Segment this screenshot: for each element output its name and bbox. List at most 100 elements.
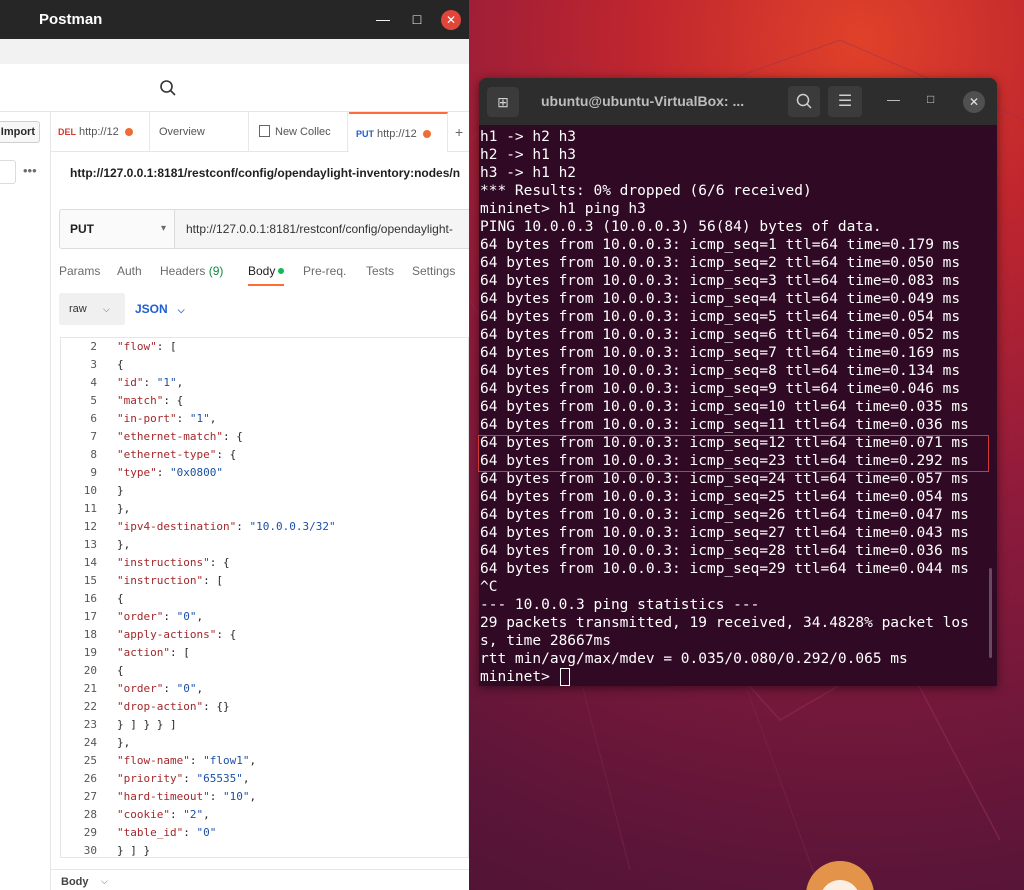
terminal-line: mininet> [480,669,559,685]
code-line: 26 "priority": "65535", [61,770,468,788]
response-body-label[interactable]: Body [61,876,89,888]
tab-headers-label: Headers [160,264,206,278]
terminal-line: ^C [480,579,498,595]
line-number: 4 [90,376,97,389]
code-line: 25 "flow-name": "flow1", [61,752,468,770]
body-indicator-icon [278,268,285,274]
chevron-down-icon: ⌵ [103,304,110,314]
terminal-line: 64 bytes from 10.0.0.3: icmp_seq=4 ttl=6… [480,291,961,307]
code-text: "flow-name": "flow1", [117,754,257,767]
code-text: "order": "0", [117,610,204,623]
line-number: 21 [83,682,97,695]
tab-tests[interactable]: Tests [366,264,394,278]
line-number: 11 [83,502,97,515]
tab-new-collection[interactable]: New Collec [250,112,348,152]
code-text: "cookie": "2", [117,808,210,821]
tab-overview[interactable]: Overview [151,112,249,152]
terminal-line: 64 bytes from 10.0.0.3: icmp_seq=11 ttl=… [480,417,969,433]
chevron-down-icon: ▾ [160,223,166,234]
request-bar: PUT ▾ http://127.0.0.1:8181/restconf/con… [59,209,469,249]
terminal-line: 64 bytes from 10.0.0.3: icmp_seq=6 ttl=6… [480,327,961,343]
code-line: 15 "instruction": [ [61,572,468,590]
search-bar[interactable] [0,64,469,112]
sidebar-filter-input[interactable] [0,160,16,184]
method-select[interactable]: PUT ▾ [59,209,175,249]
line-number: 8 [90,448,97,461]
tab-label: http://12 [79,126,119,138]
code-line: 5 "match": { [61,392,468,410]
terminal-line: 64 bytes from 10.0.0.3: icmp_seq=9 ttl=6… [480,381,961,397]
line-number: 15 [83,574,97,587]
tab-put-request[interactable]: PUT http://12 [349,112,448,152]
code-text: "instructions": { [117,556,230,569]
line-number: 19 [83,646,97,659]
maximize-button[interactable]: □ [927,92,934,106]
headers-count: (9) [208,264,224,278]
code-line: 22 "drop-action": {} [61,698,468,716]
url-input[interactable]: http://127.0.0.1:8181/restconf/config/op… [175,209,469,249]
body-mode-select[interactable]: raw ⌵ [59,293,125,325]
code-line: 12 "ipv4-destination": "10.0.0.3/32" [61,518,468,536]
tab-label: http://12 [377,128,417,140]
tab-body[interactable]: Body [248,264,285,286]
line-number: 30 [83,844,97,857]
new-tab-button[interactable]: + [449,112,469,152]
tab-label: New Collec [275,126,331,138]
close-button[interactable]: ✕ [963,91,985,113]
search-icon[interactable] [159,79,177,97]
code-text: "type": "0x0800" [117,466,223,479]
tab-settings[interactable]: Settings [412,264,455,278]
line-number: 23 [83,718,97,731]
terminal-titlebar: ⊞ ubuntu@ubuntu-VirtualBox: ... ☰ ― □ ✕ [479,78,997,125]
hamburger-menu-icon[interactable]: ☰ [828,86,862,117]
line-number: 25 [83,754,97,767]
tab-body-label: Body [248,264,276,278]
postman-header [0,39,469,64]
tab-prerequest[interactable]: Pre-req. [303,264,346,278]
line-number: 5 [90,394,97,407]
code-text: { [117,592,124,605]
chevron-down-icon[interactable]: ⌵ [101,876,108,887]
terminal-line: 64 bytes from 10.0.0.3: icmp_seq=27 ttl=… [480,525,969,541]
code-text: { [117,664,124,677]
tab-headers[interactable]: Headers (9) [160,264,223,278]
tab-delete-request[interactable]: DEL http://12 [58,112,150,152]
scrollbar[interactable] [989,568,992,658]
terminal-window[interactable]: ⊞ ubuntu@ubuntu-VirtualBox: ... ☰ ― □ ✕ … [479,78,997,686]
line-number: 6 [90,412,97,425]
search-button[interactable] [788,86,820,117]
highlight-box [478,435,989,472]
body-format-select[interactable]: JSON ⌵ [135,293,185,325]
code-text: "flow": [ [117,340,177,353]
code-line: 13}, [61,536,468,554]
terminal-line: --- 10.0.0.3 ping statistics --- [480,597,760,613]
new-tab-icon[interactable]: ⊞ [487,87,519,117]
minimize-button[interactable]: ― [372,8,394,30]
line-number: 17 [83,610,97,623]
code-line: 27 "hard-timeout": "10", [61,788,468,806]
terminal-line: 64 bytes from 10.0.0.3: icmp_seq=24 ttl=… [480,471,969,487]
terminal-line: 64 bytes from 10.0.0.3: icmp_seq=1 ttl=6… [480,237,961,253]
line-number: 26 [83,772,97,785]
tab-params[interactable]: Params [59,264,100,278]
terminal-line: 64 bytes from 10.0.0.3: icmp_seq=28 ttl=… [480,543,969,559]
terminal-line: 64 bytes from 10.0.0.3: icmp_seq=2 ttl=6… [480,255,961,271]
code-text: "ipv4-destination": "10.0.0.3/32" [117,520,336,533]
terminal-line: 64 bytes from 10.0.0.3: icmp_seq=25 ttl=… [480,489,969,505]
code-line: 6 "in-port": "1", [61,410,468,428]
close-button[interactable]: ✕ [441,10,461,30]
code-editor[interactable]: 2 "flow": [3{4 "id": "1", 5 "match": {6 "in-p… [60,337,469,858]
code-line: 4 "id": "1", [61,374,468,392]
import-button[interactable]: Import [0,121,40,143]
code-line: 2 "flow": [ [61,338,468,356]
code-text: "id": "1", [117,376,184,389]
terminal-line: *** Results: 0% dropped (6/6 received) [480,183,812,199]
tab-auth[interactable]: Auth [117,264,142,278]
body-options: raw ⌵ JSON ⌵ [59,293,469,325]
terminal-line: 64 bytes from 10.0.0.3: icmp_seq=5 ttl=6… [480,309,961,325]
more-options-icon[interactable]: ••• [23,163,37,178]
minimize-button[interactable]: ― [887,92,900,107]
terminal-line: h2 -> h1 h3 [480,147,577,163]
maximize-button[interactable]: □ [406,8,428,30]
terminal-line: h1 -> h2 h3 [480,129,577,145]
